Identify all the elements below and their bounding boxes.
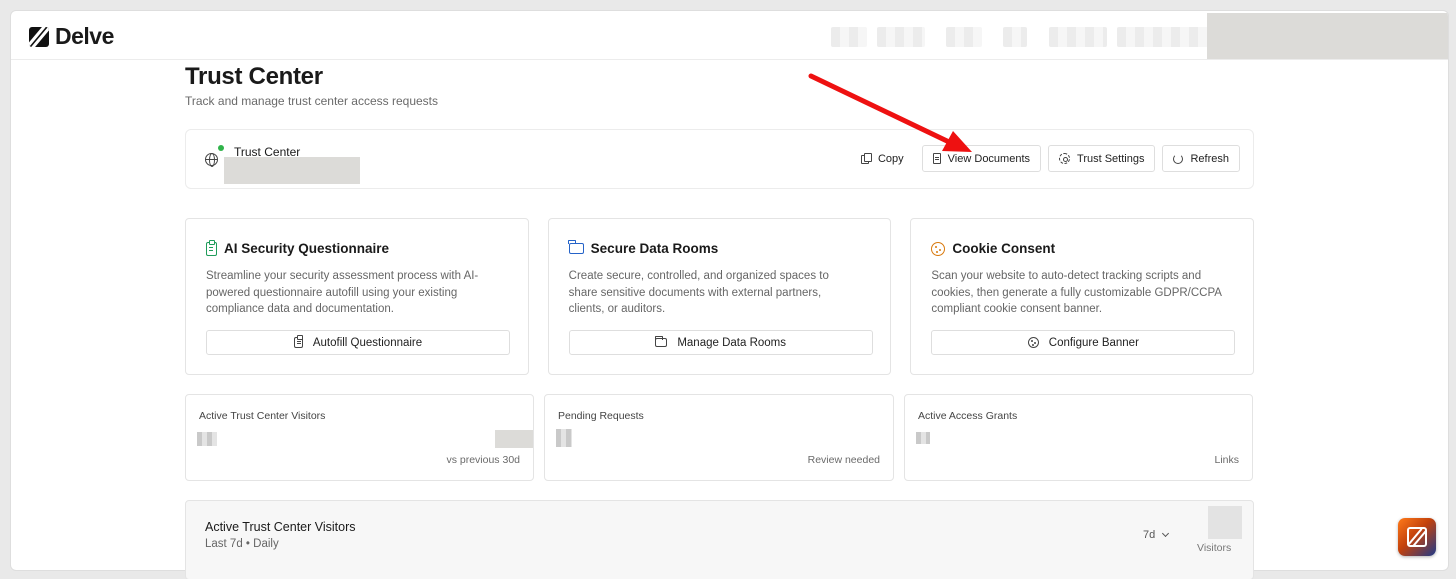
folder-icon — [568, 240, 584, 254]
stats-row: Active Trust Center Visitors vs previous… — [185, 394, 1254, 481]
redacted-stat-value — [556, 429, 572, 447]
range-value: 7d — [1143, 529, 1156, 541]
delve-app-icon[interactable] — [1398, 518, 1436, 556]
visitors-legend: Visitors — [1197, 542, 1232, 554]
redacted-nav-item[interactable] — [831, 27, 867, 47]
manage-data-rooms-button[interactable]: Manage Data Rooms — [568, 330, 873, 355]
range-select[interactable]: 7d — [1143, 529, 1170, 541]
trust-settings-button[interactable]: Trust Settings — [1048, 145, 1156, 172]
trust-center-bar: Trust Center Copy View Documents Trust S… — [185, 129, 1254, 189]
autofill-questionnaire-button[interactable]: Autofill Questionnaire — [206, 330, 510, 355]
stat-label: Active Trust Center Visitors — [199, 410, 326, 422]
card-title: Cookie Consent — [931, 241, 1055, 256]
refresh-button[interactable]: Refresh — [1162, 145, 1240, 172]
view-documents-button[interactable]: View Documents — [921, 145, 1042, 172]
folder-icon — [654, 336, 668, 347]
active-visitors-stat: Active Trust Center Visitors vs previous… — [185, 394, 534, 481]
card-description: Streamline your security assessment proc… — [206, 270, 479, 315]
copy-button[interactable]: Copy — [849, 145, 915, 172]
card-description: Create secure, controlled, and organized… — [568, 270, 829, 315]
brand-name: Delve — [55, 23, 114, 49]
status-dot — [218, 145, 224, 151]
card-title: AI Security Questionnaire — [206, 239, 390, 256]
button-label: Autofill Questionnaire — [312, 336, 423, 349]
active-access-grants-stat: Active Access Grants Links — [904, 394, 1253, 481]
trust-center-actions: Copy View Documents Trust Settings Refre… — [849, 145, 1240, 172]
redacted-nav-item[interactable] — [877, 27, 925, 47]
copy-label: Copy — [877, 152, 904, 165]
copy-icon — [860, 153, 872, 164]
chevron-down-icon — [1162, 529, 1170, 538]
top-navigation-bar: Delve — [11, 11, 1448, 60]
chart-panel-title: Active Trust Center Visitors — [205, 520, 356, 534]
globe-icon — [205, 153, 218, 167]
redacted-stat-value — [197, 432, 217, 446]
cookie-icon — [1027, 337, 1039, 348]
feature-cards: AI Security Questionnaire Streamline you… — [185, 218, 1255, 375]
redacted-nav-item[interactable] — [1049, 27, 1107, 47]
visitors-chart-panel: Active Trust Center Visitors Last 7d • D… — [185, 500, 1254, 579]
ai-security-questionnaire-card: AI Security Questionnaire Streamline you… — [185, 218, 529, 375]
redacted-nav-item[interactable] — [1117, 27, 1209, 47]
refresh-icon — [1173, 153, 1184, 164]
stat-label: Active Access Grants — [918, 410, 1018, 422]
trust-settings-label: Trust Settings — [1077, 152, 1145, 165]
view-documents-label: View Documents — [947, 152, 1031, 165]
button-label: Manage Data Rooms — [677, 336, 786, 349]
stat-footnote: Review needed — [807, 454, 880, 466]
delve-logo[interactable]: Delve — [29, 23, 114, 50]
clipboard-icon — [206, 239, 217, 256]
button-label: Configure Banner — [1048, 336, 1139, 349]
delve-logo-icon — [1407, 527, 1427, 547]
chart-panel-subtitle: Last 7d • Daily — [205, 538, 279, 550]
page-title: Trust Center — [185, 63, 323, 90]
pending-requests-stat: Pending Requests Review needed — [544, 394, 894, 481]
page-subtitle: Track and manage trust center access req… — [185, 94, 439, 108]
card-title-text: Secure Data Rooms — [590, 241, 719, 256]
redacted-trend-badge — [495, 430, 533, 448]
redacted-user-area[interactable] — [1207, 13, 1448, 59]
card-title-text: AI Security Questionnaire — [224, 241, 390, 256]
redacted-nav-item[interactable] — [1003, 27, 1027, 47]
redacted-trust-center-url — [224, 157, 360, 184]
redacted-stat-value — [916, 432, 930, 444]
stat-footnote: Links — [1214, 454, 1239, 466]
redacted-nav-item[interactable] — [946, 27, 982, 47]
card-description: Scan your website to auto-detect trackin… — [931, 270, 1222, 315]
redacted-visitors-value — [1208, 506, 1242, 539]
cookie-icon — [931, 241, 946, 256]
delve-logo-icon — [29, 26, 49, 47]
clipboard-icon — [293, 335, 303, 348]
secure-data-rooms-card: Secure Data Rooms Create secure, control… — [547, 218, 892, 375]
cookie-consent-card: Cookie Consent Scan your website to auto… — [910, 218, 1255, 375]
card-title: Secure Data Rooms — [568, 240, 719, 256]
stat-label: Pending Requests — [558, 410, 644, 422]
configure-banner-button[interactable]: Configure Banner — [931, 330, 1236, 355]
document-icon — [932, 153, 941, 164]
card-title-text: Cookie Consent — [952, 241, 1056, 256]
refresh-label: Refresh — [1190, 152, 1229, 165]
gear-icon — [1059, 153, 1071, 164]
stat-footnote: vs previous 30d — [446, 454, 520, 466]
